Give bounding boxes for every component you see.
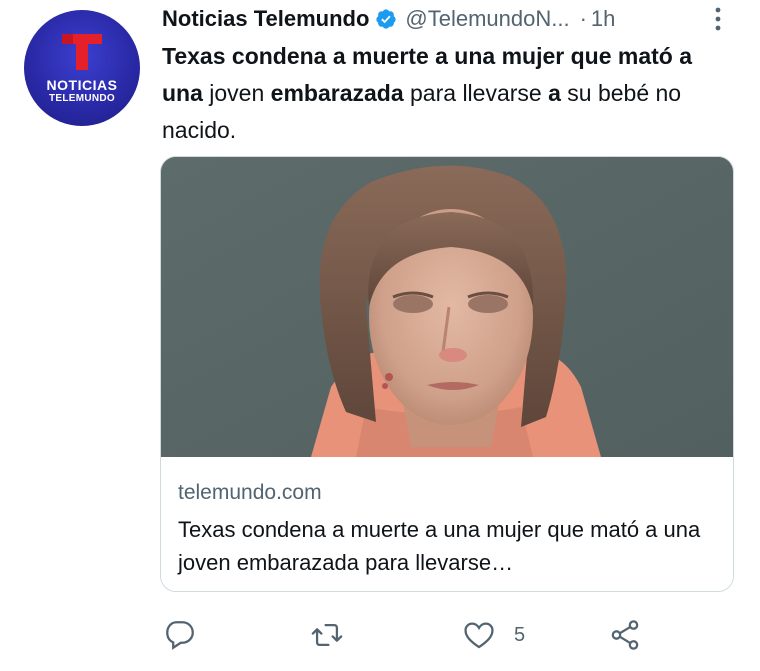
separator-dot: · <box>579 6 587 31</box>
tweet-text-segment: para llevarse <box>403 80 549 106</box>
telemundo-logo-icon <box>62 34 102 70</box>
tweet-header: Noticias Telemundo @TelemundoN... · 1h <box>162 4 742 34</box>
card-domain: telemundo.com <box>178 481 322 504</box>
card-meta[interactable]: telemundo.com Texas condena a muerte a u… <box>161 457 733 591</box>
like-button[interactable]: 5 <box>462 618 525 652</box>
tweet-text-segment: joven <box>202 80 271 106</box>
share-button[interactable] <box>608 618 642 652</box>
card-title: Texas condena a muerte a una mujer que m… <box>178 517 701 575</box>
more-options-icon[interactable] <box>708 6 728 32</box>
link-preview-card[interactable]: telemundo.com Texas condena a muerte a u… <box>160 156 734 592</box>
share-icon <box>611 620 639 650</box>
retweet-icon <box>311 623 343 647</box>
verified-badge-icon <box>376 9 397 29</box>
retweet-button[interactable] <box>310 618 344 652</box>
reply-button[interactable] <box>163 618 197 652</box>
like-count: 5 <box>514 623 526 646</box>
tweet-text-segment: embarazada <box>270 80 404 106</box>
account-handle[interactable]: @TelemundoN... <box>405 6 569 32</box>
tweet-text: Texas condena a muerte a una mujer que m… <box>162 38 732 149</box>
tweet-actions: 5 <box>0 612 760 662</box>
reply-icon <box>166 621 194 650</box>
heart-icon <box>464 622 494 649</box>
timestamp[interactable]: 1h <box>591 6 615 32</box>
display-name[interactable]: Noticias Telemundo <box>162 6 369 32</box>
tweet-text-segment: a <box>548 80 561 106</box>
card-photo[interactable] <box>161 157 733 457</box>
photo-of-woman <box>161 157 733 457</box>
avatar[interactable]: NOTICIAS TELEMUNDO <box>24 10 140 126</box>
avatar-brand-line1: NOTICIAS <box>46 77 118 93</box>
avatar-brand-line2: TELEMUNDO <box>48 93 116 104</box>
